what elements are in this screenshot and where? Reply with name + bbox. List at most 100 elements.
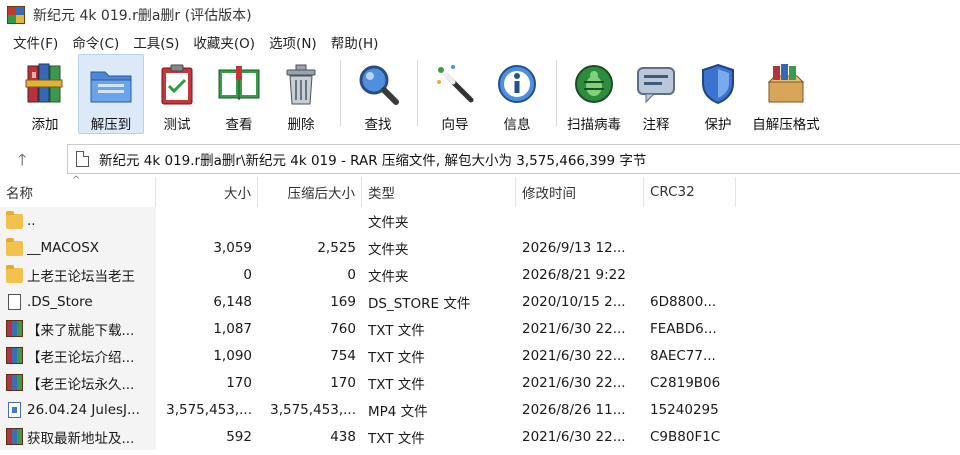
file-packed-size: 0 xyxy=(347,266,356,283)
file-name: .. xyxy=(27,212,36,229)
menu-favorites[interactable]: 收藏夹(O) xyxy=(186,30,262,54)
file-modified: 2026/9/13 12... xyxy=(522,239,626,256)
rar-file-icon xyxy=(6,374,23,391)
info-button[interactable]: 信息 xyxy=(488,54,546,134)
trash-can-icon xyxy=(278,61,324,107)
find-button-label: 查找 xyxy=(364,117,392,133)
file-packed-size xyxy=(258,207,362,234)
folder-icon xyxy=(6,265,23,283)
table-row[interactable]: 26.04.24 JulesJ... 3,575,453,... 3,575,4… xyxy=(0,396,960,423)
file-crc32: FEABD6... xyxy=(650,320,717,337)
sfx-button[interactable]: 自解压格式 xyxy=(751,54,821,134)
menu-options[interactable]: 选项(N) xyxy=(262,30,324,54)
table-row[interactable]: 【来了就能下载... 1,087 760 TXT 文件 2021/6/30 22… xyxy=(0,315,960,342)
virus-scan-button-label: 扫描病毒 xyxy=(567,117,621,133)
file-name: __MACOSX xyxy=(27,239,100,256)
wizard-button[interactable]: 向导 xyxy=(426,54,484,134)
add-button-label: 添加 xyxy=(31,117,59,133)
toolbar-separator xyxy=(417,60,418,126)
rar-file-icon xyxy=(6,428,23,445)
file-name: 【来了就能下载... xyxy=(27,322,135,339)
file-packed-size: 754 xyxy=(330,347,356,364)
archive-document-icon xyxy=(76,151,89,167)
column-header-row: 名称 ^ 大小 压缩后大小 类型 修改时间 CRC32 xyxy=(0,175,960,207)
virus-scan-button[interactable]: 扫描病毒 xyxy=(565,54,623,134)
toolbar-separator xyxy=(340,60,341,126)
file-size: 592 xyxy=(226,428,252,445)
menu-help[interactable]: 帮助(H) xyxy=(324,30,386,54)
menu-file[interactable]: 文件(F) xyxy=(6,30,65,54)
file-list[interactable]: 名称 ^ 大小 压缩后大小 类型 修改时间 CRC32 .. 文件夹 __MAC… xyxy=(0,175,960,455)
info-icon xyxy=(494,61,540,107)
protect-button[interactable]: 保护 xyxy=(689,54,747,134)
file-name: 26.04.24 JulesJ... xyxy=(27,401,140,418)
find-button[interactable]: 查找 xyxy=(349,54,407,134)
file-modified xyxy=(516,207,644,234)
table-row[interactable]: 【老王论坛永久... 170 170 TXT 文件 2021/6/30 22..… xyxy=(0,369,960,396)
file-packed-size: 169 xyxy=(330,293,356,310)
column-header-name[interactable]: 名称 ^ xyxy=(0,175,156,207)
table-row[interactable]: .DS_Store 6,148 169 DS_STORE 文件 2020/10/… xyxy=(0,288,960,315)
add-button[interactable]: 添加 xyxy=(16,54,74,134)
sfx-button-label: 自解压格式 xyxy=(752,117,820,133)
folder-icon xyxy=(6,211,23,229)
toolbar: 添加 解压到 测试 查看 删除 查找 向导 信息 扫描病毒 注释 保护 自解压格… xyxy=(0,54,960,137)
column-header-modified[interactable]: 修改时间 xyxy=(516,177,644,207)
column-header-size[interactable]: 大小 xyxy=(156,177,258,207)
extract-to-button-label: 解压到 xyxy=(90,117,132,133)
protect-button-label: 保护 xyxy=(704,117,732,133)
file-modified: 2021/6/30 22... xyxy=(522,347,626,364)
file-packed-size: 170 xyxy=(330,374,356,391)
up-arrow-icon[interactable]: 🡑 xyxy=(18,149,26,176)
extract-to-button[interactable]: 解压到 xyxy=(78,54,144,134)
folder-extract-icon xyxy=(88,61,134,107)
open-book-icon xyxy=(216,61,262,107)
file-crc32: C9B80F1C xyxy=(650,428,721,445)
table-row[interactable]: 上老王论坛当老王 0 0 文件夹 2026/8/21 9:22 xyxy=(0,261,960,288)
file-crc32: C2819B06 xyxy=(650,374,721,391)
file-modified: 2026/8/26 11... xyxy=(522,401,626,418)
comment-button[interactable]: 注释 xyxy=(627,54,685,134)
test-button[interactable]: 测试 xyxy=(148,54,206,134)
file-type: TXT 文件 xyxy=(368,322,425,339)
address-row: 🡑 新纪元 4k 019.r删a删r\新纪元 4k 019 - RAR 压缩文件… xyxy=(0,141,960,175)
file-type: TXT 文件 xyxy=(368,376,425,393)
file-modified: 2021/6/30 22... xyxy=(522,428,626,445)
bug-scan-icon xyxy=(571,61,617,107)
comment-bubble-icon xyxy=(633,61,679,107)
file-crc32: 6D8800... xyxy=(650,293,717,310)
file-crc32: 8AEC77... xyxy=(650,347,716,364)
file-packed-size: 760 xyxy=(330,320,356,337)
rar-file-icon xyxy=(6,347,23,364)
file-modified: 2021/6/30 22... xyxy=(522,320,626,337)
table-row[interactable]: __MACOSX 3,059 2,525 文件夹 2026/9/13 12... xyxy=(0,234,960,261)
sort-ascending-icon: ^ xyxy=(72,175,81,186)
winrar-app-icon[interactable] xyxy=(7,6,25,24)
delete-button[interactable]: 删除 xyxy=(272,54,330,134)
magic-wand-icon xyxy=(432,61,478,107)
title-bar: 新纪元 4k 019.r删a删r (评估版本) xyxy=(0,0,960,30)
table-row[interactable]: .. 文件夹 xyxy=(0,207,960,234)
file-type: 文件夹 xyxy=(368,214,409,231)
table-row[interactable]: 【老王论坛介绍... 1,090 754 TXT 文件 2021/6/30 22… xyxy=(0,342,960,369)
file-size: 6,148 xyxy=(213,293,252,310)
file-rows: .. 文件夹 __MACOSX 3,059 2,525 文件夹 2026/9/1… xyxy=(0,207,960,450)
file-type: TXT 文件 xyxy=(368,349,425,366)
file-size: 170 xyxy=(226,374,252,391)
menu-tools[interactable]: 工具(S) xyxy=(126,30,186,54)
column-header-packed[interactable]: 压缩后大小 xyxy=(258,177,362,207)
file-name: 上老王论坛当老王 xyxy=(27,268,135,285)
column-header-type[interactable]: 类型 xyxy=(362,177,516,207)
column-header-crc32[interactable]: CRC32 xyxy=(644,177,736,207)
view-button[interactable]: 查看 xyxy=(210,54,268,134)
menu-commands[interactable]: 命令(C) xyxy=(65,30,126,54)
file-size: 1,090 xyxy=(213,347,252,364)
file-size: 0 xyxy=(243,266,252,283)
blank-file-icon xyxy=(8,293,21,310)
table-row[interactable]: 获取最新地址及... 592 438 TXT 文件 2021/6/30 22..… xyxy=(0,423,960,450)
address-bar[interactable]: 新纪元 4k 019.r删a删r\新纪元 4k 019 - RAR 压缩文件, … xyxy=(67,144,960,174)
file-modified: 2026/8/21 9:22 xyxy=(522,266,626,283)
file-name: .DS_Store xyxy=(27,293,93,310)
file-size: 3,575,453,... xyxy=(166,401,252,418)
file-type: 文件夹 xyxy=(368,241,409,258)
